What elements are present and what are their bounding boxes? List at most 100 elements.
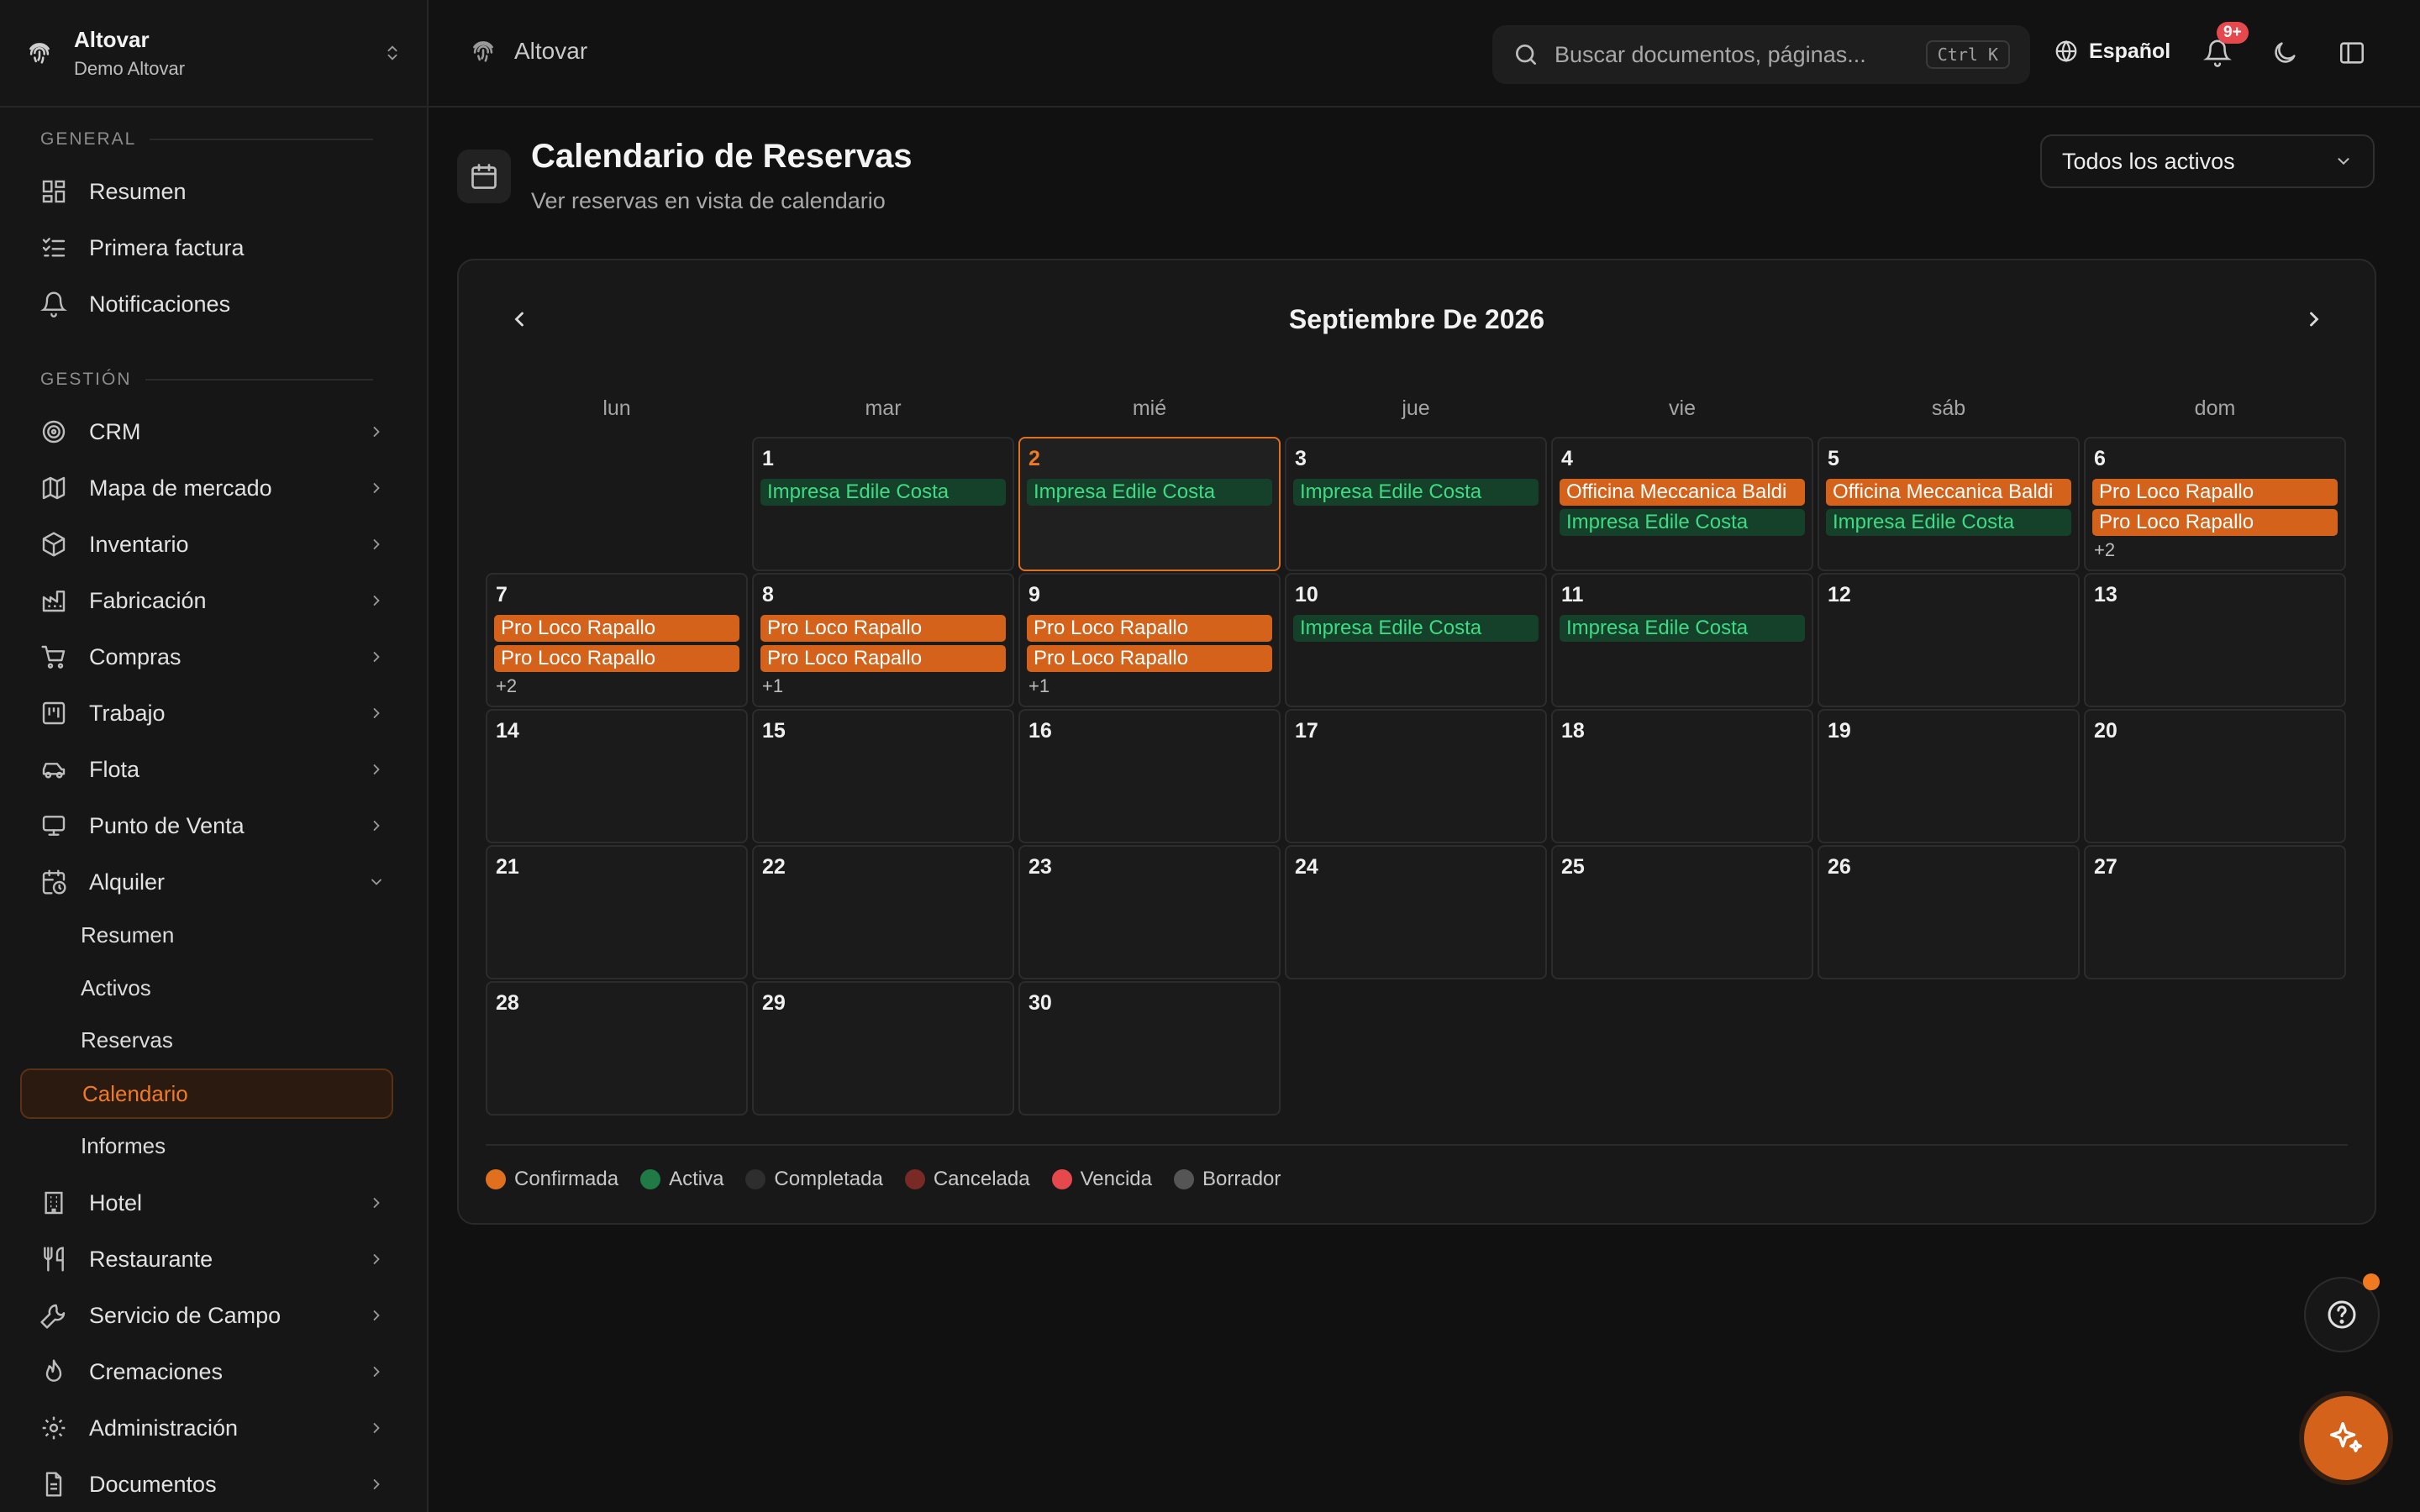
sidebar-item-compras[interactable]: Compras xyxy=(20,632,393,682)
sidebar-subitem-resumen[interactable]: Resumen xyxy=(20,910,393,960)
calendar-day-cell[interactable]: 30 xyxy=(1018,981,1281,1116)
calendar-day-cell[interactable]: 13 xyxy=(2084,573,2346,707)
booking-event[interactable]: Impresa Edile Costa xyxy=(1027,479,1272,506)
sidebar-subitem-activos[interactable]: Activos xyxy=(20,963,393,1013)
sidebar-item-servicio-de-campo[interactable]: Servicio de Campo xyxy=(20,1290,393,1341)
more-events-link[interactable]: +1 xyxy=(1028,675,1272,697)
booking-event[interactable]: Pro Loco Rapallo xyxy=(760,615,1006,642)
calendar-day-cell[interactable]: 7 Pro Loco Rapallo Pro Loco Rapallo +2 xyxy=(486,573,748,707)
section-gestion: GESTIÓN xyxy=(40,370,373,390)
legend-item: Confirmada xyxy=(486,1168,618,1191)
calendar-day-cell[interactable]: 2 Impresa Edile Costa xyxy=(1018,437,1281,571)
day-number: 21 xyxy=(496,855,519,879)
fingerprint-icon xyxy=(29,43,50,64)
calendar-day-cell[interactable]: 6 Pro Loco Rapallo Pro Loco Rapallo +2 xyxy=(2084,437,2346,571)
asset-filter-select[interactable]: Todos los activos xyxy=(2040,134,2375,188)
calendar-day-cell[interactable]: 17 xyxy=(1285,709,1547,843)
calendar-day-cell[interactable]: 18 xyxy=(1551,709,1813,843)
sidebar-item-administracion[interactable]: Administración xyxy=(20,1403,393,1453)
legend-dot xyxy=(1174,1169,1194,1189)
booking-event[interactable]: Impresa Edile Costa xyxy=(1560,615,1805,642)
sidebar-item-punto-de-venta[interactable]: Punto de Venta xyxy=(20,801,393,851)
more-events-link[interactable]: +2 xyxy=(496,675,739,697)
calendar-day-cell[interactable]: 23 xyxy=(1018,845,1281,979)
ai-assistant-button[interactable] xyxy=(2304,1396,2388,1480)
calendar-day-cell[interactable]: 5 Officina Meccanica Baldi Impresa Edile C… xyxy=(1818,437,2080,571)
sidebar-item-documentos[interactable]: Documentos xyxy=(20,1459,393,1509)
calendar-day-cell[interactable]: 10 Impresa Edile Costa xyxy=(1285,573,1547,707)
status-legend: Confirmada Activa Completada Cancelada Venci… xyxy=(486,1168,1302,1191)
search-icon xyxy=(1516,45,1536,65)
calendar-day-cell[interactable]: 25 xyxy=(1551,845,1813,979)
calendar-day-cell[interactable]: 24 xyxy=(1285,845,1547,979)
calendar-day-cell[interactable]: 28 xyxy=(486,981,748,1116)
breadcrumb[interactable]: Altovar xyxy=(469,37,587,66)
day-number: 20 xyxy=(2094,719,2118,743)
calendar-day-cell[interactable]: 4 Officina Meccanica Baldi Impresa Edile C… xyxy=(1551,437,1813,571)
calendar-day-cell[interactable]: 15 xyxy=(752,709,1014,843)
calendar-day-cell[interactable]: 20 xyxy=(2084,709,2346,843)
booking-event[interactable]: Pro Loco Rapallo xyxy=(1027,645,1272,672)
booking-event[interactable]: Impresa Edile Costa xyxy=(1560,509,1805,536)
box-icon xyxy=(42,532,66,557)
calendar-day-cell[interactable]: 29 xyxy=(752,981,1014,1116)
calendar-day-cell[interactable]: 1 Impresa Edile Costa xyxy=(752,437,1014,571)
calendar-day-cell[interactable]: 8 Pro Loco Rapallo Pro Loco Rapallo +1 xyxy=(752,573,1014,707)
booking-event[interactable]: Pro Loco Rapallo xyxy=(494,645,739,672)
calendar-day-cell[interactable]: 14 xyxy=(486,709,748,843)
target-icon xyxy=(42,420,66,444)
calendar-day-cell[interactable]: 19 xyxy=(1818,709,2080,843)
org-switcher[interactable]: Altovar Demo Altovar xyxy=(0,0,427,108)
booking-event[interactable]: Impresa Edile Costa xyxy=(760,479,1006,506)
sidebar-item-crm[interactable]: CRM xyxy=(20,407,393,457)
sidebar-item-notificaciones[interactable]: Notificaciones xyxy=(20,279,393,329)
sidebar-item-fabricacion[interactable]: Fabricación xyxy=(20,575,393,626)
calendar-day-cell[interactable]: 16 xyxy=(1018,709,1281,843)
legend-label: Cancelada xyxy=(933,1168,1030,1190)
calendar-day-cell[interactable]: 21 xyxy=(486,845,748,979)
booking-event[interactable]: Impresa Edile Costa xyxy=(1826,509,2071,536)
sidebar-subitem-reservas[interactable]: Reservas xyxy=(20,1015,393,1065)
help-indicator-dot xyxy=(2363,1273,2380,1290)
sidebar-item-primera-factura[interactable]: Primera factura xyxy=(20,223,393,273)
calendar-day-cell[interactable]: 9 Pro Loco Rapallo Pro Loco Rapallo +1 xyxy=(1018,573,1281,707)
booking-event[interactable]: Pro Loco Rapallo xyxy=(2092,509,2338,536)
more-events-link[interactable]: +1 xyxy=(762,675,1006,697)
sidebar-item-trabajo[interactable]: Trabajo xyxy=(20,688,393,738)
sidebar-item-label: Restaurante xyxy=(89,1246,213,1272)
sidebar-item-hotel[interactable]: Hotel xyxy=(20,1178,393,1228)
sidebar-item-label: Alquiler xyxy=(89,869,166,895)
day-number: 13 xyxy=(2094,583,2118,606)
moon-icon[interactable] xyxy=(2270,39,2299,67)
sidebar-item-cremaciones[interactable]: Cremaciones xyxy=(20,1347,393,1397)
sidebar-item-resumen[interactable]: Resumen xyxy=(20,166,393,217)
sidebar-item-alquiler[interactable]: Alquiler xyxy=(20,857,393,907)
more-events-link[interactable]: +2 xyxy=(2094,539,2338,561)
sidebar-item-mapa-de-mercado[interactable]: Mapa de mercado xyxy=(20,463,393,513)
calendar-day-cell[interactable]: 11 Impresa Edile Costa xyxy=(1551,573,1813,707)
search-input[interactable]: Buscar documentos, páginas... Ctrl K xyxy=(1492,25,2030,84)
calendar-day-cell[interactable]: 26 xyxy=(1818,845,2080,979)
sidebar-item-restaurante[interactable]: Restaurante xyxy=(20,1234,393,1284)
booking-event[interactable]: Impresa Edile Costa xyxy=(1293,479,1539,506)
sidebar-subitem-informes[interactable]: Informes xyxy=(20,1121,393,1171)
booking-event[interactable]: Pro Loco Rapallo xyxy=(1027,615,1272,642)
booking-event[interactable]: Pro Loco Rapallo xyxy=(760,645,1006,672)
language-selector[interactable]: Español xyxy=(2054,39,2170,64)
org-name: Altovar xyxy=(74,26,150,52)
calendar-day-cell[interactable]: 3 Impresa Edile Costa xyxy=(1285,437,1547,571)
booking-event[interactable]: Impresa Edile Costa xyxy=(1293,615,1539,642)
sidebar-item-inventario[interactable]: Inventario xyxy=(20,519,393,570)
sidebar-toggle-icon[interactable] xyxy=(2338,39,2366,67)
next-month-button[interactable] xyxy=(2296,301,2333,338)
calendar-day-cell[interactable]: 22 xyxy=(752,845,1014,979)
booking-event[interactable]: Officina Meccanica Baldi xyxy=(1826,479,2071,506)
calendar-day-cell[interactable]: 27 xyxy=(2084,845,2346,979)
sidebar-item-flota[interactable]: Flota xyxy=(20,744,393,795)
booking-event[interactable]: Pro Loco Rapallo xyxy=(494,615,739,642)
calendar-day-cell[interactable]: 12 xyxy=(1818,573,2080,707)
booking-event[interactable]: Officina Meccanica Baldi xyxy=(1560,479,1805,506)
sidebar-subitem-calendario[interactable]: Calendario xyxy=(20,1068,393,1119)
booking-event[interactable]: Pro Loco Rapallo xyxy=(2092,479,2338,506)
chevron-right-icon xyxy=(373,764,380,774)
